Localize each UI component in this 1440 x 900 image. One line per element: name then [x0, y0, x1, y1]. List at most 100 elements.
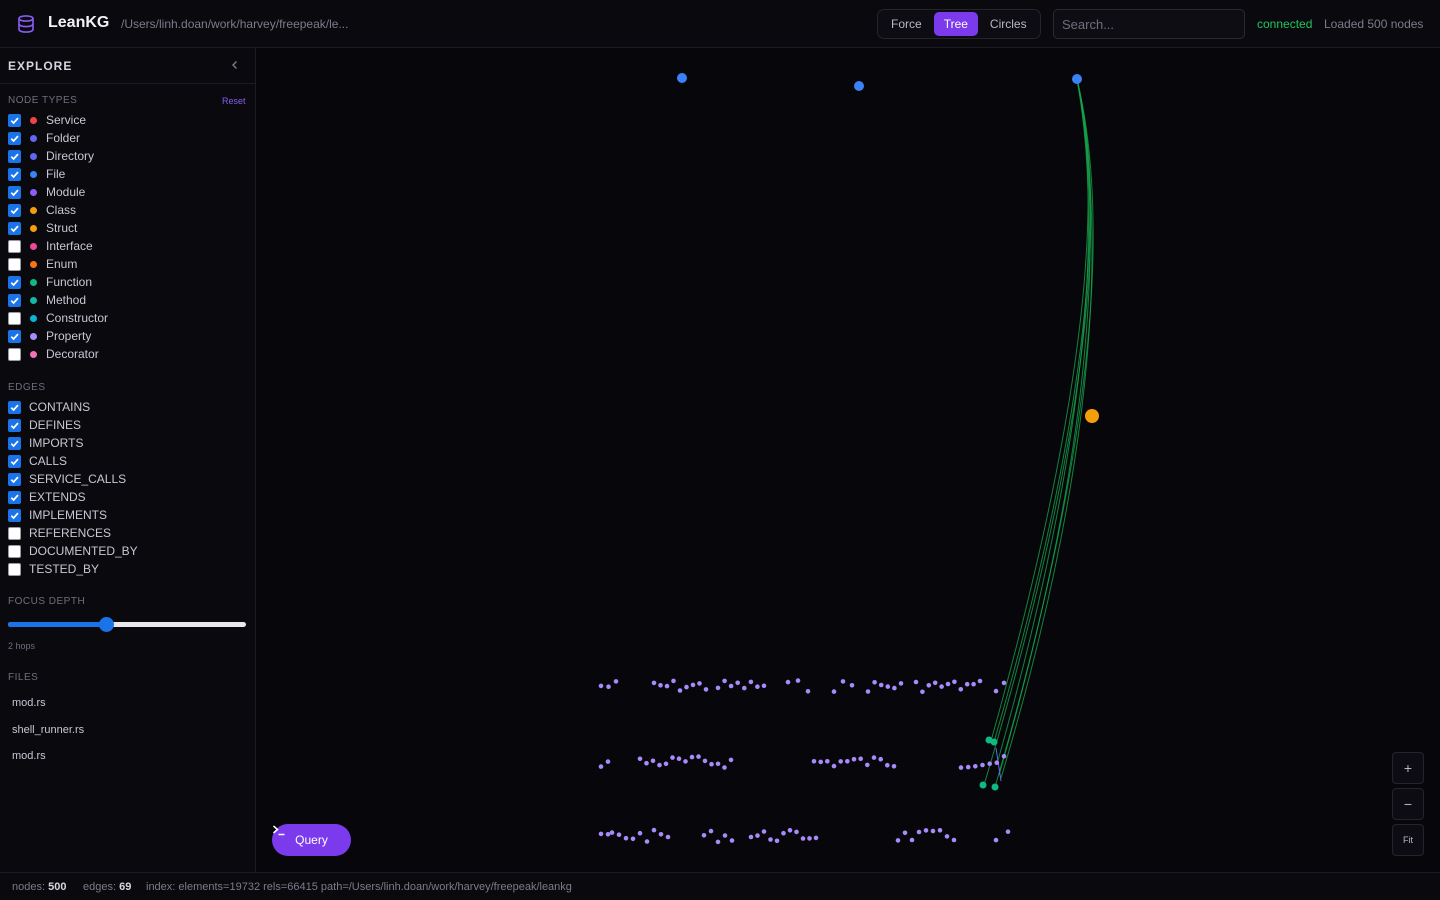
graph-node-property[interactable] [697, 681, 702, 686]
graph-node-property[interactable] [644, 839, 650, 844]
graph-node-property[interactable] [994, 760, 1000, 765]
graph-node-property[interactable] [658, 683, 663, 688]
graph-node-property[interactable] [722, 678, 727, 684]
graph-node-property[interactable] [973, 764, 978, 769]
graph-node-property[interactable] [616, 832, 622, 837]
graph-node-property[interactable] [774, 838, 780, 844]
file-item-mod-rs-2[interactable]: mod.rs [12, 750, 46, 762]
edge-type-checkbox[interactable] [8, 418, 21, 432]
graph-node-property[interactable] [885, 684, 891, 689]
graph-node-property[interactable] [768, 837, 773, 842]
graph-node-property[interactable] [838, 759, 843, 764]
graph-node-property[interactable] [663, 761, 669, 767]
graph-node-property[interactable] [813, 835, 819, 841]
graph-node-property[interactable] [805, 689, 811, 694]
graph-node-property[interactable] [748, 834, 754, 840]
graph-node-property[interactable] [657, 762, 662, 768]
graph-node-property[interactable] [1001, 754, 1007, 759]
node-type-checkbox[interactable] [8, 131, 21, 145]
graph-node-property[interactable] [987, 761, 992, 766]
edge-type-checkbox[interactable] [8, 508, 21, 522]
node-type-property[interactable]: Property [8, 327, 91, 345]
graph-node-property[interactable] [665, 834, 671, 840]
graph-node-property[interactable] [708, 828, 714, 834]
graph-node-property[interactable] [651, 680, 657, 686]
node-type-function[interactable]: Function [8, 273, 92, 291]
graph-node-property[interactable] [664, 683, 670, 689]
graph-node-property[interactable] [965, 764, 971, 770]
graph-node-property[interactable] [755, 833, 760, 838]
graph-node-property[interactable] [923, 828, 929, 833]
zoom-out-button[interactable]: − [1392, 788, 1424, 820]
graph-node-property[interactable] [865, 762, 870, 768]
graph-node-property[interactable] [690, 682, 696, 688]
node-type-checkbox[interactable] [8, 311, 21, 325]
node-type-checkbox[interactable] [8, 293, 21, 307]
graph-node-property[interactable] [980, 762, 985, 768]
graph-node-property[interactable] [831, 689, 837, 694]
edge-type-service-calls[interactable]: SERVICE_CALLS [8, 470, 126, 488]
edge-type-calls[interactable]: CALLS [8, 452, 67, 470]
graph-node-property[interactable] [916, 829, 922, 835]
node-type-checkbox[interactable] [8, 113, 21, 127]
node-type-checkbox[interactable] [8, 185, 21, 199]
graph-node-property[interactable] [735, 680, 740, 686]
graph-node-property[interactable] [895, 838, 901, 843]
focus-depth-thumb[interactable] [98, 617, 114, 632]
graph-node-property[interactable] [677, 688, 683, 693]
graph-node-property[interactable] [993, 837, 999, 843]
graph-node-function[interactable] [991, 783, 999, 791]
graph-node-property[interactable] [920, 689, 925, 695]
node-type-interface[interactable]: Interface [8, 237, 93, 255]
graph-node-property[interactable] [878, 682, 884, 688]
graph-node-property[interactable] [811, 759, 817, 764]
graph-node-class[interactable] [1085, 409, 1099, 423]
node-type-checkbox[interactable] [8, 149, 21, 163]
graph-node-property[interactable] [845, 759, 850, 764]
graph-node-property[interactable] [785, 679, 791, 685]
edge-type-imports[interactable]: IMPORTS [8, 434, 83, 452]
graph-node-property[interactable] [609, 830, 615, 835]
node-type-checkbox[interactable] [8, 239, 21, 253]
reset-button[interactable]: Reset [222, 96, 246, 106]
graph-node-property[interactable] [696, 754, 701, 759]
graph-svg[interactable] [256, 48, 1440, 872]
node-type-class[interactable]: Class [8, 201, 76, 219]
edge-type-defines[interactable]: DEFINES [8, 416, 81, 434]
graph-node-property[interactable] [902, 830, 908, 836]
graph-node-property[interactable] [781, 830, 786, 836]
graph-node-property[interactable] [1005, 829, 1011, 834]
edge-type-references[interactable]: REFERENCES [8, 524, 111, 542]
graph-node-property[interactable] [670, 755, 675, 760]
graph-node-property[interactable] [748, 679, 754, 685]
graph-node-property[interactable] [684, 684, 689, 690]
edge-type-contains[interactable]: CONTAINS [8, 398, 90, 416]
graph-node-file[interactable] [677, 73, 687, 83]
layout-force-button[interactable]: Force [881, 12, 932, 36]
node-type-file[interactable]: File [8, 165, 65, 183]
graph-node-property[interactable] [605, 832, 611, 837]
edge-type-implements[interactable]: IMPLEMENTS [8, 506, 107, 524]
graph-node-property[interactable] [671, 678, 676, 684]
graph-node-property[interactable] [728, 683, 734, 689]
graph-node-property[interactable] [891, 764, 897, 769]
node-type-checkbox[interactable] [8, 257, 21, 271]
graph-node-property[interactable] [728, 757, 734, 763]
graph-node-property[interactable] [800, 836, 806, 841]
graph-node-property[interactable] [945, 681, 951, 687]
graph-node-property[interactable] [818, 759, 823, 765]
graph-node-property[interactable] [795, 678, 801, 683]
node-type-struct[interactable]: Struct [8, 219, 77, 237]
graph-node-property[interactable] [702, 758, 708, 764]
graph-node-property[interactable] [958, 765, 964, 770]
graph-node-property[interactable] [755, 684, 760, 689]
edge-type-documented-by[interactable]: DOCUMENTED_BY [8, 542, 138, 560]
edge-type-checkbox[interactable] [8, 454, 21, 468]
file-item-shell-runner-rs[interactable]: shell_runner.rs [12, 724, 84, 736]
graph-node-property[interactable] [605, 759, 611, 764]
node-type-decorator[interactable]: Decorator [8, 345, 99, 363]
graph-node-property[interactable] [964, 681, 970, 687]
graph-node-property[interactable] [722, 765, 727, 770]
node-type-checkbox[interactable] [8, 275, 21, 289]
graph-node-property[interactable] [722, 833, 728, 838]
